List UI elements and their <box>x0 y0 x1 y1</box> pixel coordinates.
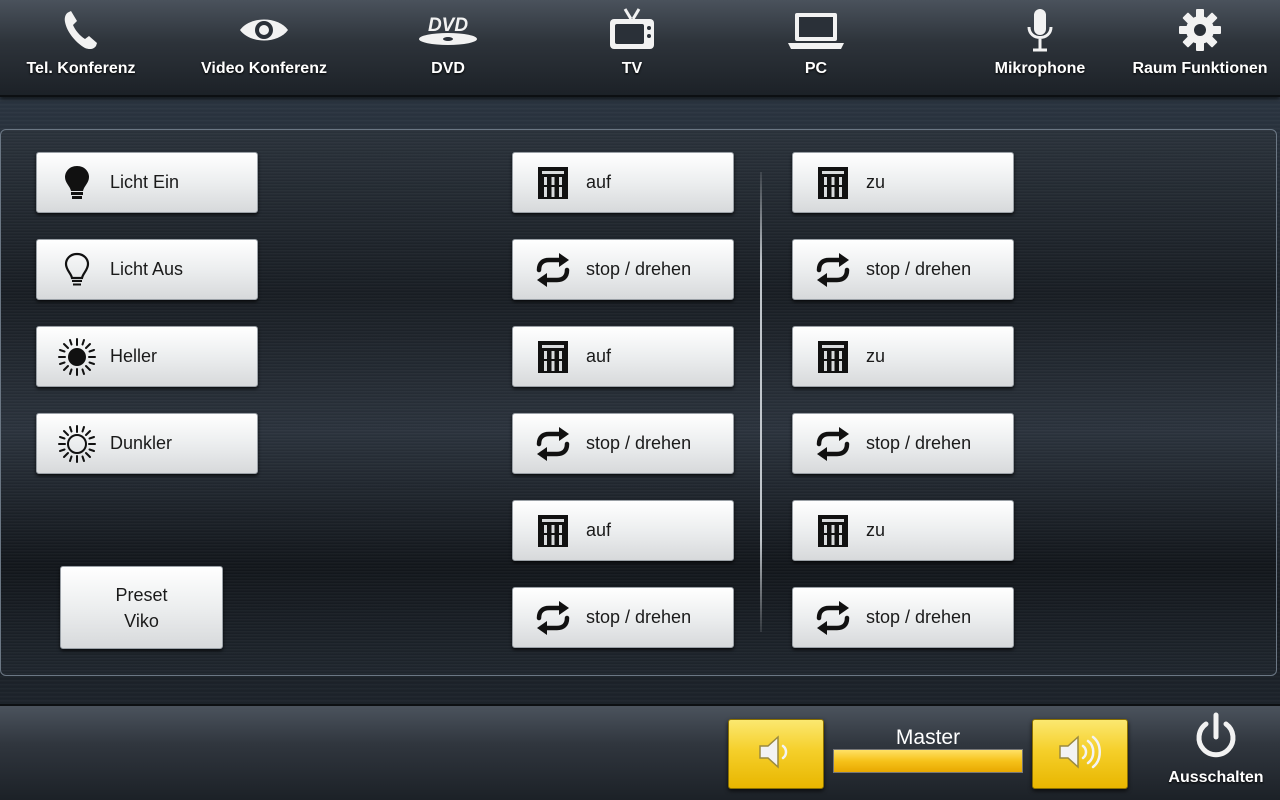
button-label: stop / drehen <box>866 607 972 627</box>
nav-item-pc[interactable]: PC <box>776 0 856 95</box>
button-label: stop / drehen <box>866 259 972 279</box>
repeat-icon <box>533 250 573 290</box>
button-label: stop / drehen <box>586 259 692 279</box>
master-volume-fill <box>834 750 1022 772</box>
button-label: Licht Ein <box>110 172 180 192</box>
nav-item-dvd[interactable]: DVD DVD <box>408 0 488 95</box>
button-label: auf <box>586 346 612 366</box>
sun-bright-icon <box>57 337 97 377</box>
heller-button[interactable]: Heller <box>36 326 258 387</box>
repeat-icon <box>533 598 573 638</box>
button-label: stop / drehen <box>866 433 972 453</box>
volume-down-button[interactable] <box>728 719 824 789</box>
button-label: auf <box>586 520 612 540</box>
licht-ein-button[interactable]: Licht Ein <box>36 152 258 213</box>
preset-line-2: Viko <box>124 610 159 631</box>
button-label: zu <box>866 346 886 366</box>
blind-3-zu-button[interactable]: zu <box>792 500 1014 561</box>
blind-2-stop-right-button[interactable]: stop / drehen <box>792 413 1014 474</box>
nav-label: Video Konferenz <box>201 60 327 77</box>
repeat-icon <box>813 598 853 638</box>
nav-label: DVD <box>431 60 465 77</box>
button-label: Licht Aus <box>110 259 184 279</box>
phone-icon <box>61 0 101 60</box>
blind-1-auf-button[interactable]: auf <box>512 152 734 213</box>
nav-item-tel-konferenz[interactable]: Tel. Konferenz <box>22 0 140 95</box>
licht-aus-button[interactable]: Licht Aus <box>36 239 258 300</box>
blind-icon <box>813 337 853 377</box>
dvd-icon: DVD <box>417 0 479 60</box>
nav-item-video-konferenz[interactable]: Video Konferenz <box>196 0 332 95</box>
repeat-icon <box>533 424 573 464</box>
master-volume-bar[interactable] <box>833 749 1023 773</box>
blind-icon <box>533 511 573 551</box>
blind-icon <box>813 163 853 203</box>
blind-icon <box>533 337 573 377</box>
sun-dim-icon <box>57 424 97 464</box>
volume-up-icon <box>1056 732 1104 777</box>
tv-icon <box>607 0 657 60</box>
power-off-button[interactable]: Ausschalten <box>1160 710 1272 798</box>
master-volume-label: Master <box>895 726 961 749</box>
blind-icon <box>533 163 573 203</box>
nav-item-mikrophone[interactable]: Mikrophone <box>990 0 1090 95</box>
button-label: zu <box>866 520 886 540</box>
nav-label: Mikrophone <box>994 60 1086 77</box>
nav-label: Tel. Konferenz <box>26 60 136 77</box>
laptop-icon <box>786 0 846 60</box>
blind-3-stop-right-button[interactable]: stop / drehen <box>792 587 1014 648</box>
svg-text:DVD: DVD <box>428 15 468 36</box>
nav-label: Raum Funktionen <box>1132 60 1268 77</box>
blind-3-stop-left-button[interactable]: stop / drehen <box>512 587 734 648</box>
blind-3-auf-button[interactable]: auf <box>512 500 734 561</box>
button-label: Dunkler <box>110 433 173 453</box>
preset-viko-button[interactable]: Preset Viko <box>60 566 223 649</box>
repeat-icon <box>813 424 853 464</box>
button-label: Heller <box>110 346 158 366</box>
blind-1-stop-left-button[interactable]: stop / drehen <box>512 239 734 300</box>
button-label: zu <box>866 172 886 192</box>
blind-2-stop-left-button[interactable]: stop / drehen <box>512 413 734 474</box>
preset-line-1: Preset <box>115 584 168 605</box>
button-label: stop / drehen <box>586 433 692 453</box>
nav-item-tv[interactable]: TV <box>596 0 668 95</box>
repeat-icon <box>813 250 853 290</box>
microphone-icon <box>1025 0 1055 60</box>
bulb-on-icon <box>57 163 97 203</box>
eye-icon <box>238 0 290 60</box>
power-label: Ausschalten <box>1168 769 1264 786</box>
blind-2-zu-button[interactable]: zu <box>792 326 1014 387</box>
bulb-off-icon <box>57 250 97 290</box>
volume-up-button[interactable] <box>1032 719 1128 789</box>
top-nav-bar: Tel. Konferenz Video Konferenz DVD DVD T… <box>0 0 1280 97</box>
blind-2-auf-button[interactable]: auf <box>512 326 734 387</box>
blind-1-stop-right-button[interactable]: stop / drehen <box>792 239 1014 300</box>
gear-icon <box>1177 0 1223 60</box>
power-icon <box>1193 710 1239 767</box>
dunkler-button[interactable]: Dunkler <box>36 413 258 474</box>
nav-item-raum-funktionen[interactable]: Raum Funktionen <box>1128 0 1272 95</box>
blind-icon <box>813 511 853 551</box>
blind-1-zu-button[interactable]: zu <box>792 152 1014 213</box>
button-label: auf <box>586 172 612 192</box>
button-label: stop / drehen <box>586 607 692 627</box>
nav-label: TV <box>621 60 643 77</box>
column-divider <box>760 172 762 632</box>
nav-label: PC <box>804 60 828 77</box>
volume-down-icon <box>756 732 796 777</box>
